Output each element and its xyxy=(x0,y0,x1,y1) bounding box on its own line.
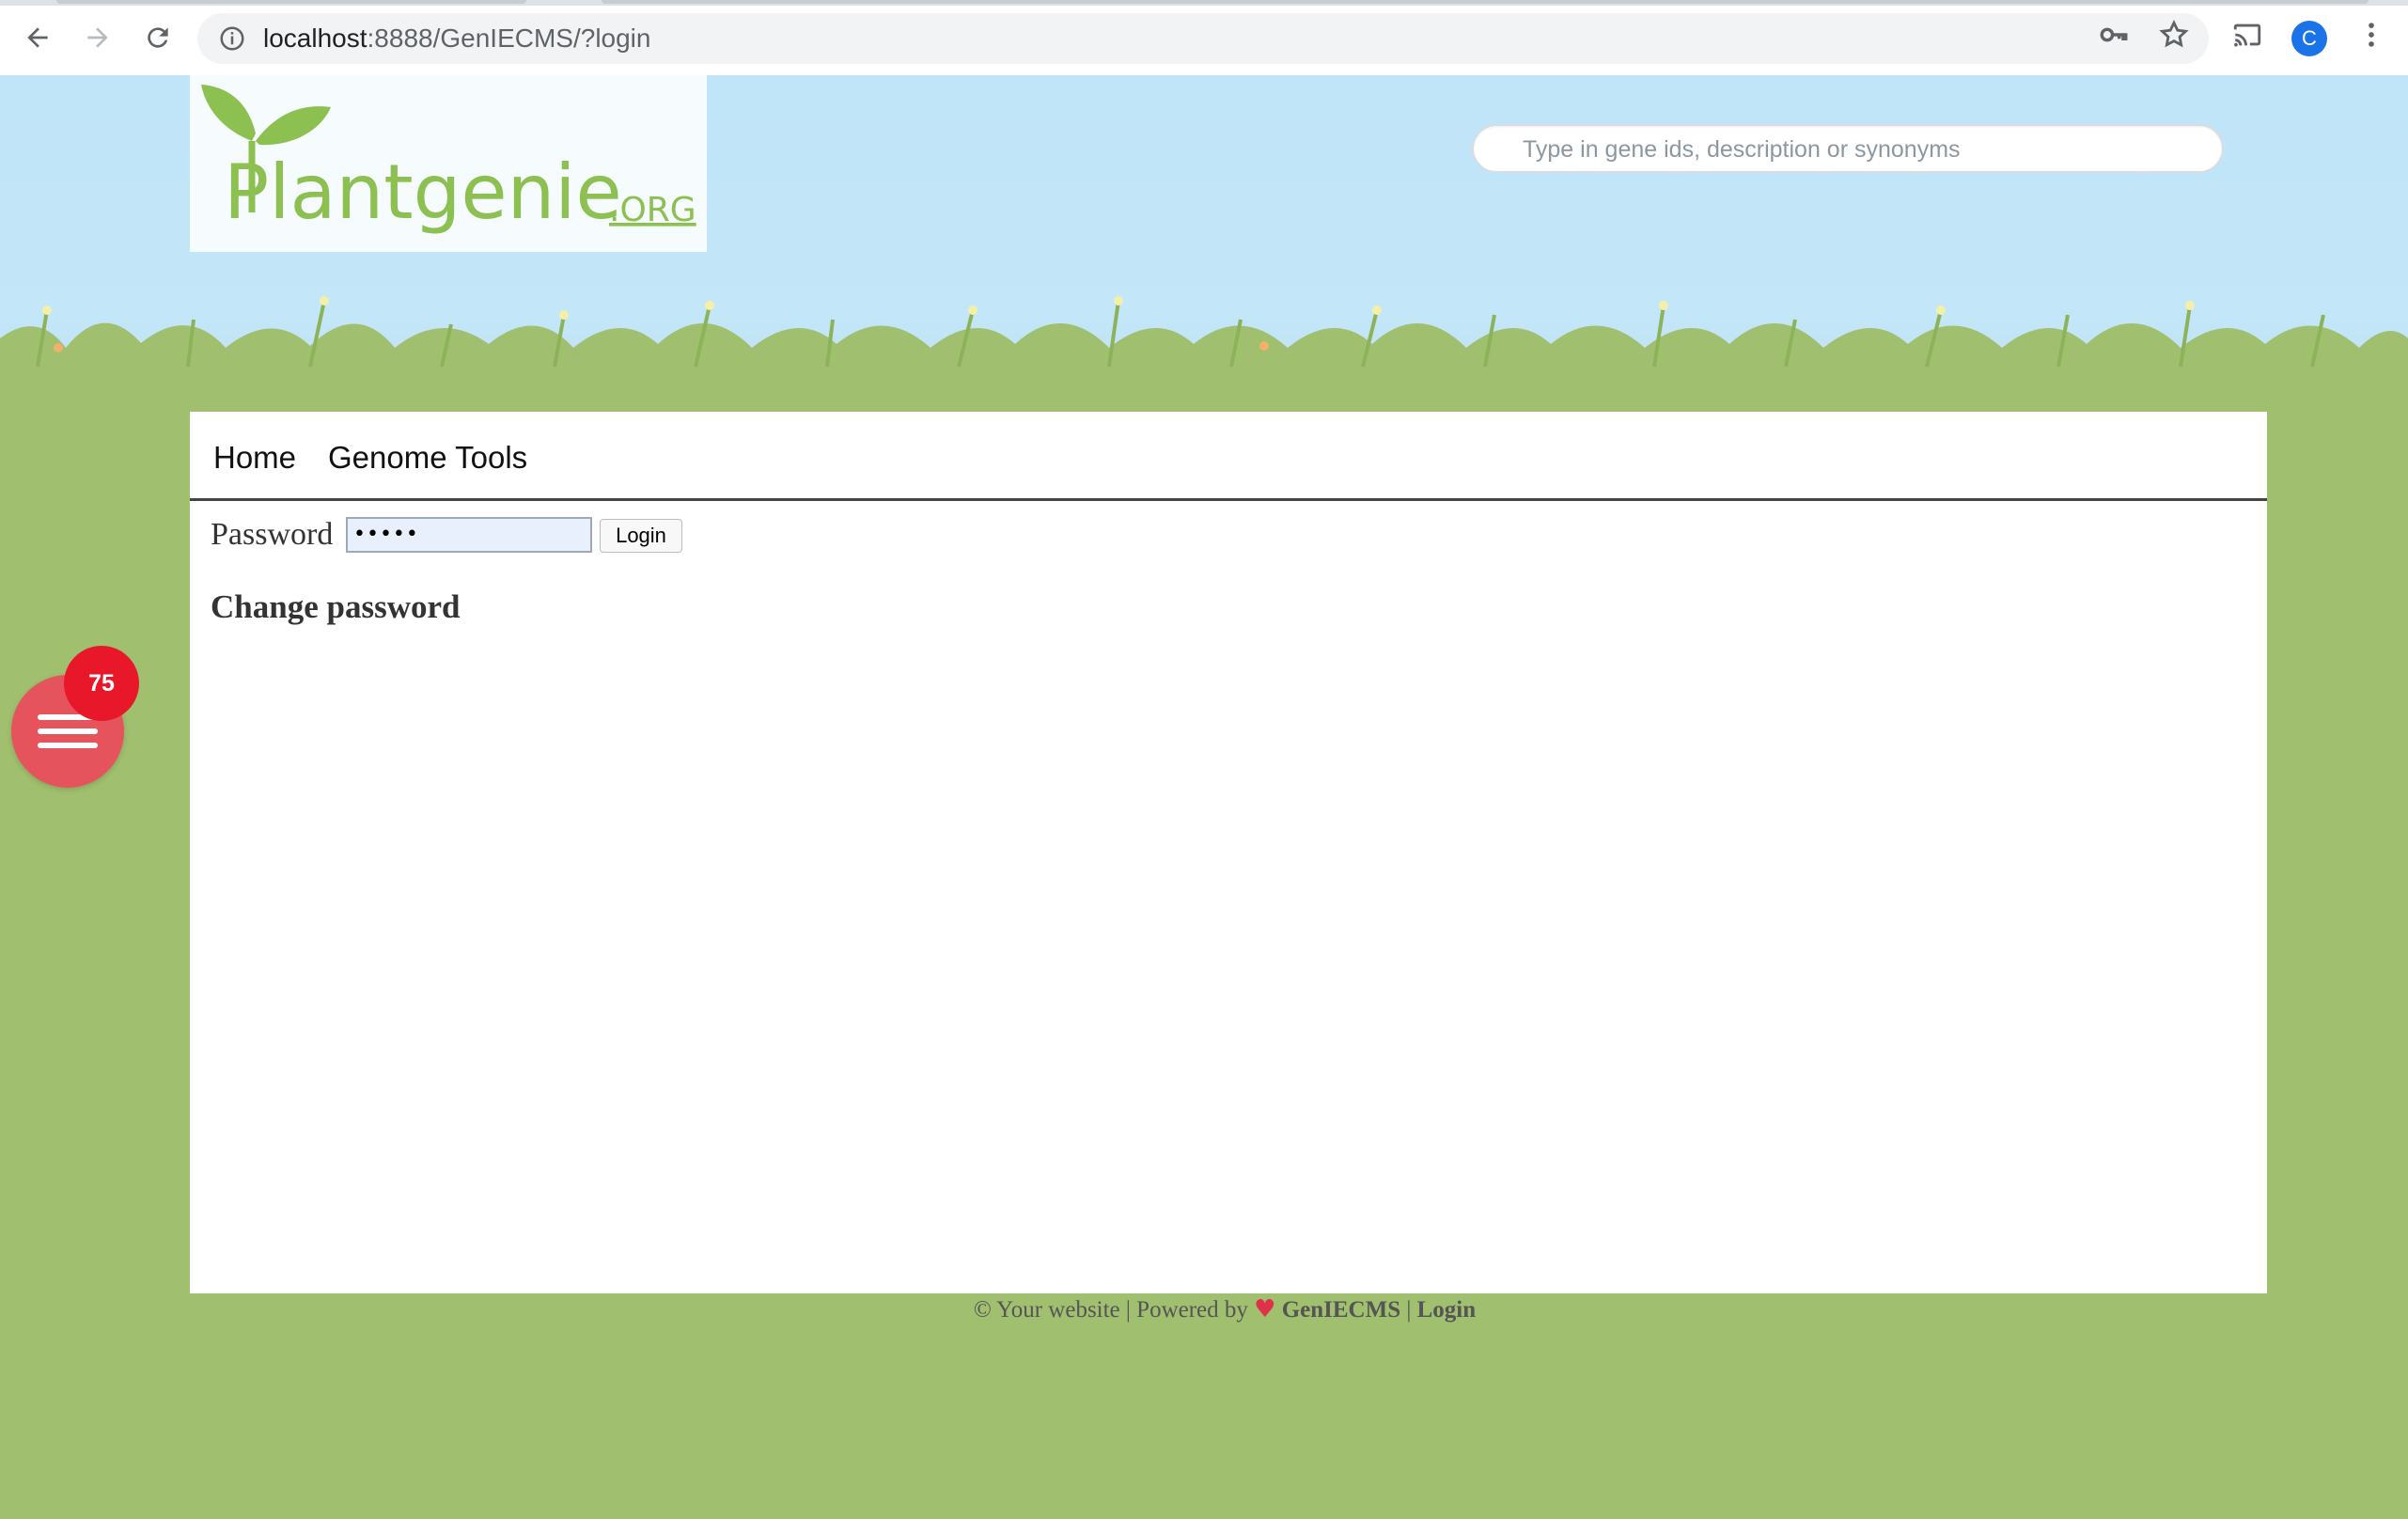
reload-icon xyxy=(148,27,168,48)
cast-icon[interactable] xyxy=(2231,19,2263,51)
tab-strip xyxy=(0,0,2408,6)
arrow-right-icon xyxy=(87,27,108,48)
site-logo[interactable]: Plantgenie .ORG xyxy=(190,75,707,252)
content-panel: Home Genome Tools Password ••••• Login C… xyxy=(190,412,2267,1293)
menu-item-home[interactable]: Home xyxy=(213,440,296,476)
back-button[interactable] xyxy=(17,17,58,58)
info-icon[interactable] xyxy=(218,24,246,53)
arrow-left-icon xyxy=(27,27,48,48)
forward-button[interactable] xyxy=(77,17,118,58)
star-icon[interactable] xyxy=(2158,19,2190,51)
tab[interactable] xyxy=(56,0,526,4)
gene-search[interactable] xyxy=(1472,124,2224,173)
hamburger-icon xyxy=(38,743,98,748)
heart-icon: ♥ xyxy=(1254,1295,1276,1323)
kebab-menu-icon[interactable] xyxy=(2355,19,2387,51)
change-password-heading[interactable]: Change password xyxy=(211,588,460,626)
footer-separator: | xyxy=(1406,1297,1412,1323)
logo-suffix: .ORG xyxy=(609,191,696,229)
reload-button[interactable] xyxy=(137,17,179,58)
url-text[interactable]: localhost:8888/GenIECMS/?login xyxy=(263,23,650,55)
hamburger-icon xyxy=(38,728,98,734)
url-path: :8888/GenIECMS/?login xyxy=(367,23,651,53)
browser-toolbar: localhost:8888/GenIECMS/?login C xyxy=(0,0,2408,76)
key-icon[interactable] xyxy=(2098,19,2130,51)
grass-decoration xyxy=(0,296,2408,423)
notification-badge: 75 xyxy=(64,646,139,721)
url-host: localhost xyxy=(263,23,367,53)
logo-text: Plantgenie xyxy=(224,149,622,236)
search-input[interactable] xyxy=(1521,133,2182,165)
main-menu: Home Genome Tools xyxy=(190,412,2267,501)
password-input[interactable]: ••••• xyxy=(346,517,592,553)
page-footer: © Your website | Powered by ♥ GenIECMS |… xyxy=(0,1295,2408,1323)
login-button[interactable]: Login xyxy=(600,519,682,553)
tab[interactable] xyxy=(602,0,2369,4)
menu-item-genome-tools[interactable]: Genome Tools xyxy=(328,440,527,476)
footer-login-link[interactable]: Login xyxy=(1417,1297,1477,1323)
address-bar[interactable]: localhost:8888/GenIECMS/?login xyxy=(197,13,2209,64)
leaf-logo-icon: Plantgenie .ORG xyxy=(201,85,696,236)
footer-cms-link[interactable]: GenIECMS xyxy=(1282,1297,1400,1323)
footer-copyright: © Your website | Powered by xyxy=(973,1297,1248,1323)
password-label: Password xyxy=(211,517,334,552)
profile-avatar[interactable]: C xyxy=(2291,21,2327,56)
